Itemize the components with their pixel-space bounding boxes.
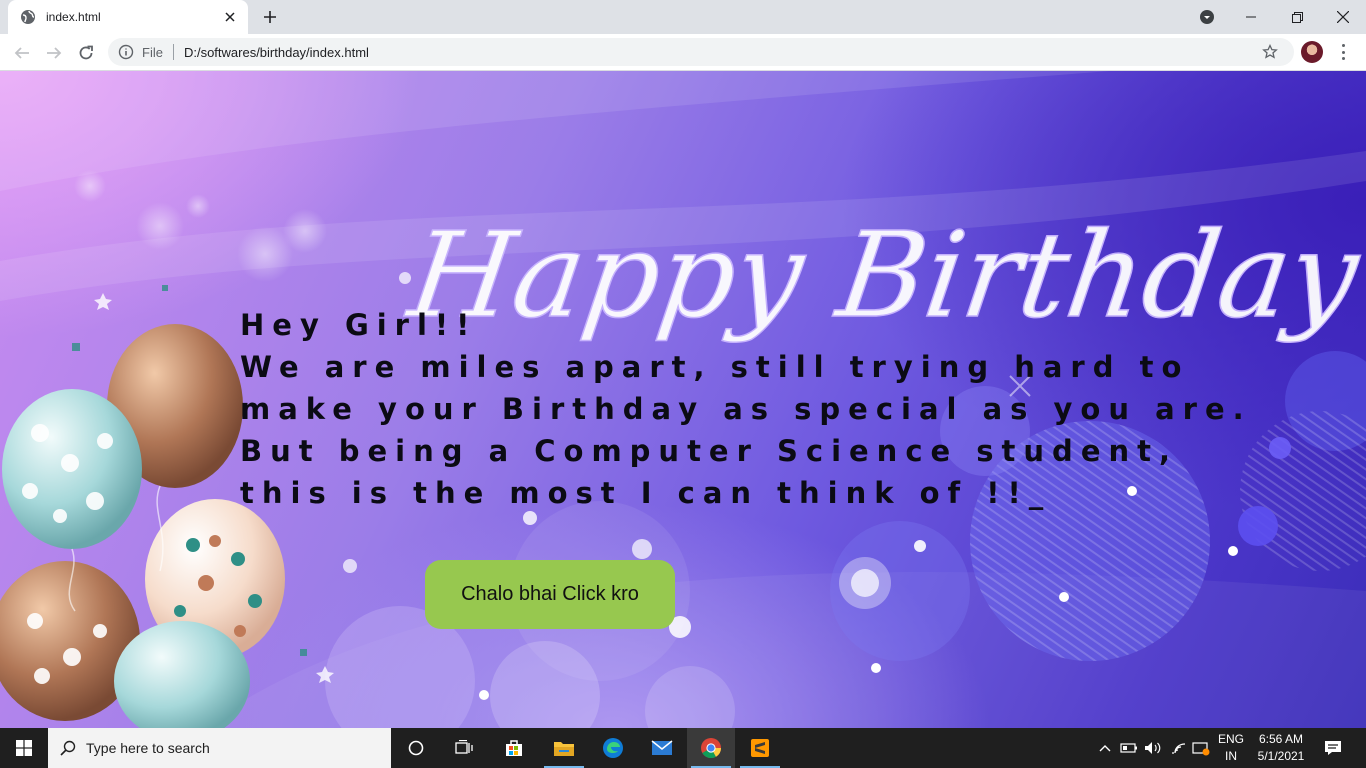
onedrive-icon: [1192, 742, 1210, 756]
edge-icon: [603, 738, 623, 758]
action-center-button[interactable]: [1318, 728, 1348, 768]
notification-app-tray[interactable]: [1190, 728, 1212, 768]
mail-app[interactable]: [638, 728, 686, 768]
chevron-up-icon: [1099, 745, 1111, 752]
close-window-button[interactable]: [1320, 0, 1366, 34]
url-text[interactable]: D:/softwares/birthday/index.html: [184, 45, 369, 60]
battery-tray[interactable]: [1118, 728, 1140, 768]
site-info-icon[interactable]: [118, 44, 134, 60]
forward-button[interactable]: [41, 40, 67, 66]
mail-icon: [651, 740, 673, 755]
clock-time: 6:56 AM: [1258, 732, 1304, 746]
omnibox-separator: [172, 44, 174, 60]
click-button[interactable]: Chalo bhai Click kro: [425, 560, 675, 629]
globe-icon: [20, 9, 36, 25]
reload-icon: [79, 45, 93, 60]
browser-tab-strip: index.html: [0, 0, 1366, 34]
tab-title: index.html: [46, 10, 101, 24]
restore-button[interactable]: [1274, 0, 1320, 34]
store-app[interactable]: [490, 728, 538, 768]
network-tray[interactable]: [1168, 728, 1190, 768]
chrome-icon: [701, 738, 722, 759]
show-hidden-icons-button[interactable]: [1096, 728, 1114, 768]
task-view-icon: [455, 740, 473, 754]
clock-date: 5/1/2021: [1257, 749, 1305, 763]
taskbar-search-box[interactable]: Type here to search: [48, 728, 391, 768]
greeting-line: this is the most I can think of !!_: [240, 476, 1052, 510]
notification-icon: [1325, 741, 1341, 755]
windows-taskbar: Type here to search ENG IN 6:56 AM 5/1/2…: [0, 728, 1366, 768]
speaker-icon: [1145, 742, 1161, 754]
search-placeholder: Type here to search: [86, 740, 210, 756]
address-bar[interactable]: File D:/softwares/birthday/index.html: [108, 38, 1294, 66]
greeting-line: make your Birthday as special as you are…: [240, 392, 1252, 426]
input-language-indicator[interactable]: ENG IN: [1214, 728, 1248, 768]
profile-avatar[interactable]: [1301, 41, 1323, 63]
greeting-line: But being a Computer Science student,: [240, 434, 1179, 468]
cortana-button[interactable]: [392, 728, 440, 768]
clock[interactable]: 6:56 AM 5/1/2021: [1250, 728, 1312, 768]
back-arrow-icon: [14, 47, 29, 59]
cortana-icon: [408, 740, 424, 756]
file-explorer-app[interactable]: [540, 728, 588, 768]
tab-close-icon[interactable]: [222, 9, 238, 25]
edge-app[interactable]: [589, 728, 637, 768]
start-button[interactable]: [0, 728, 48, 768]
tab-search-icon[interactable]: [1197, 7, 1217, 27]
scheme-label: File: [142, 44, 163, 60]
back-button[interactable]: [9, 40, 35, 66]
reload-button[interactable]: [73, 40, 99, 66]
browser-menu-icon[interactable]: [1340, 42, 1346, 62]
windows-logo-icon: [16, 740, 32, 756]
new-tab-button[interactable]: [258, 5, 282, 29]
browser-tab[interactable]: index.html: [8, 0, 248, 34]
greeting-text: Hey Girl!! We are miles apart, still try…: [240, 304, 1252, 514]
region-code: IN: [1225, 749, 1237, 763]
minimize-button[interactable]: [1228, 0, 1274, 34]
bookmark-star-icon[interactable]: [1262, 44, 1278, 60]
sublime-text-app[interactable]: [736, 728, 784, 768]
store-icon: [506, 740, 522, 756]
browser-toolbar: File D:/softwares/birthday/index.html: [0, 34, 1366, 71]
task-view-button[interactable]: [440, 728, 488, 768]
page-viewport: Happy Birthday Hey Girl!! We are miles a…: [0, 71, 1366, 728]
language-code: ENG: [1217, 732, 1244, 746]
greeting-line: Hey Girl!!: [240, 308, 478, 342]
battery-icon: [1120, 743, 1137, 753]
chrome-app[interactable]: [687, 728, 735, 768]
folder-icon: [554, 742, 574, 756]
search-icon: [60, 740, 76, 756]
volume-tray[interactable]: [1142, 728, 1164, 768]
greeting-line: We are miles apart, still trying hard to: [240, 350, 1190, 384]
sublime-text-icon: [751, 739, 769, 757]
forward-arrow-icon: [47, 47, 62, 59]
wifi-icon: [1172, 743, 1186, 754]
